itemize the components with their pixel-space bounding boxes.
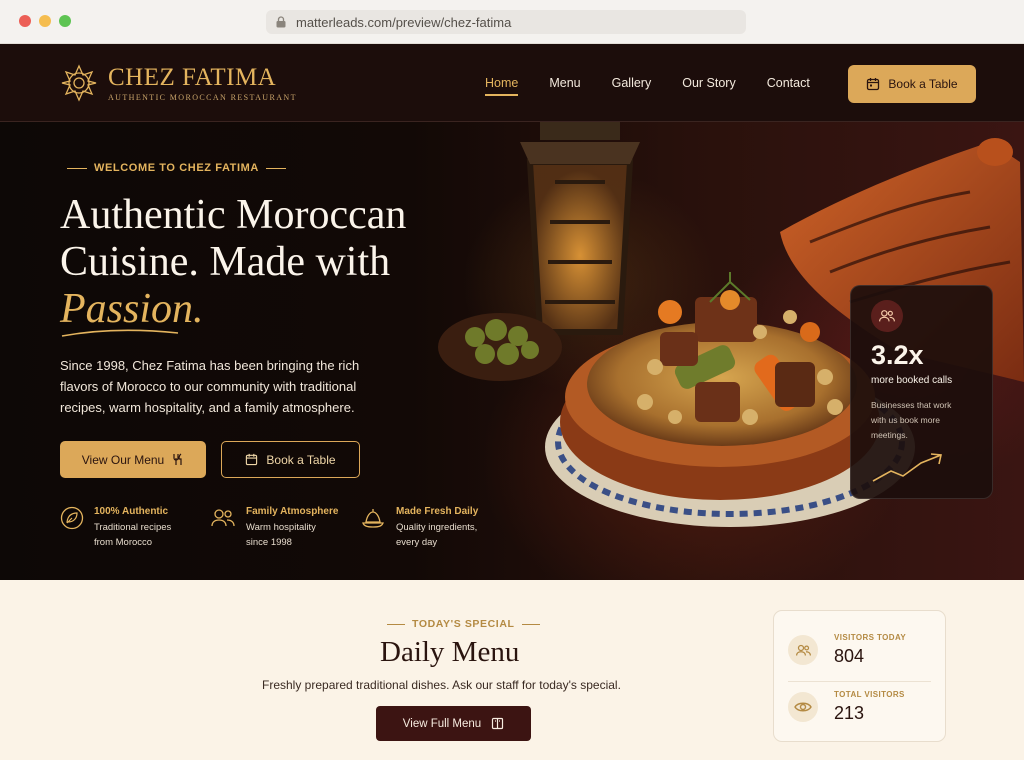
trend-up-icon (872, 453, 942, 482)
lock-icon (276, 16, 286, 28)
users-icon (788, 635, 818, 665)
browser-toolbar: matterleads.com/preview/chez-fatima (0, 0, 1024, 44)
browser-window: matterleads.com/preview/chez-fatima CHEZ… (0, 0, 1024, 760)
maximize-window-button[interactable] (59, 15, 71, 27)
stat-label: more booked calls (871, 375, 953, 386)
special-eyebrow: TODAY'S SPECIAL (380, 618, 547, 630)
total-visitors-value: 213 (834, 702, 865, 723)
visitor-stats-card: VISITORS TODAY 804 TOTAL VISITORS 213 (773, 610, 946, 742)
leaf-icon (60, 506, 84, 530)
book-table-hero-button[interactable]: Book a Table (221, 441, 360, 478)
nav-item-gallery[interactable]: Gallery (612, 76, 652, 96)
stat-value: 3.2x (871, 340, 924, 370)
url-text: matterleads.com/preview/chez-fatima (296, 14, 512, 30)
hero-eyebrow: WELCOME TO CHEZ FATIMA (60, 162, 293, 174)
view-menu-button[interactable]: View Our Menu (60, 441, 206, 478)
brand-logo[interactable]: CHEZ FATIMA AUTHENTIC MOROCCAN RESTAURAN… (60, 64, 297, 102)
main-nav: Home Menu Gallery Our Story Contact (485, 76, 841, 96)
calendar-icon (867, 78, 880, 91)
lantern-decoration (520, 122, 640, 335)
book-table-nav-label: Book a Table (888, 77, 958, 91)
feature-authentic: 100% Authentic Traditional recipes from … (60, 506, 210, 550)
ornament-logo-icon (61, 64, 97, 102)
website: CHEZ FATIMA AUTHENTIC MOROCCAN RESTAURAN… (0, 44, 1024, 760)
users-icon (211, 509, 235, 527)
hero-title-accent: Passion. (60, 286, 204, 332)
total-visitors-row: TOTAL VISITORS 213 (788, 681, 931, 731)
feature-fresh: Made Fresh Daily Quality ingredients, ev… (360, 506, 510, 550)
visitors-today-row: VISITORS TODAY 804 (788, 625, 931, 675)
stat-description: Businesses that work with us book more m… (871, 400, 952, 440)
book-table-nav-button[interactable]: Book a Table (848, 65, 976, 103)
hero-description: Since 1998, Chez Fatima has been bringin… (60, 358, 360, 415)
tagine-icon (362, 509, 384, 528)
daily-menu-subtitle: Freshly prepared traditional dishes. Ask… (262, 678, 621, 692)
nav-item-menu[interactable]: Menu (549, 76, 580, 96)
cutlery-icon (173, 453, 182, 465)
daily-menu-title: Daily Menu (380, 636, 520, 668)
hero-section: WELCOME TO CHEZ FATIMA Authentic Morocca… (0, 122, 1024, 580)
minimize-window-button[interactable] (39, 15, 51, 27)
underline-swoosh-icon (61, 329, 179, 337)
calendar-icon (246, 453, 258, 466)
nav-item-our-story[interactable]: Our Story (682, 76, 736, 96)
visitors-today-value: 804 (834, 646, 865, 666)
view-full-menu-button[interactable]: View Full Menu (376, 706, 531, 741)
brand-tagline: AUTHENTIC MOROCCAN RESTAURANT (108, 92, 297, 102)
users-icon (871, 300, 903, 332)
site-header: CHEZ FATIMA AUTHENTIC MOROCCAN RESTAURAN… (0, 44, 1024, 122)
brand-name: CHEZ FATIMA (108, 63, 277, 91)
feature-family: Family Atmosphere Warm hospitality since… (210, 506, 360, 550)
booked-calls-stat-card: 3.2x more booked calls Businesses that w… (850, 285, 993, 499)
hero-title: Authentic Moroccan Cuisine. Made with Pa… (60, 192, 480, 333)
address-bar[interactable]: matterleads.com/preview/chez-fatima (266, 10, 746, 34)
close-window-button[interactable] (19, 15, 31, 27)
book-icon (492, 717, 504, 730)
feature-list: 100% Authentic Traditional recipes from … (60, 506, 510, 550)
nav-item-home[interactable]: Home (485, 76, 519, 96)
eye-icon (788, 691, 818, 722)
daily-menu-section: TODAY'S SPECIAL Daily Menu Freshly prepa… (0, 580, 1024, 760)
nav-item-contact[interactable]: Contact (767, 76, 810, 96)
